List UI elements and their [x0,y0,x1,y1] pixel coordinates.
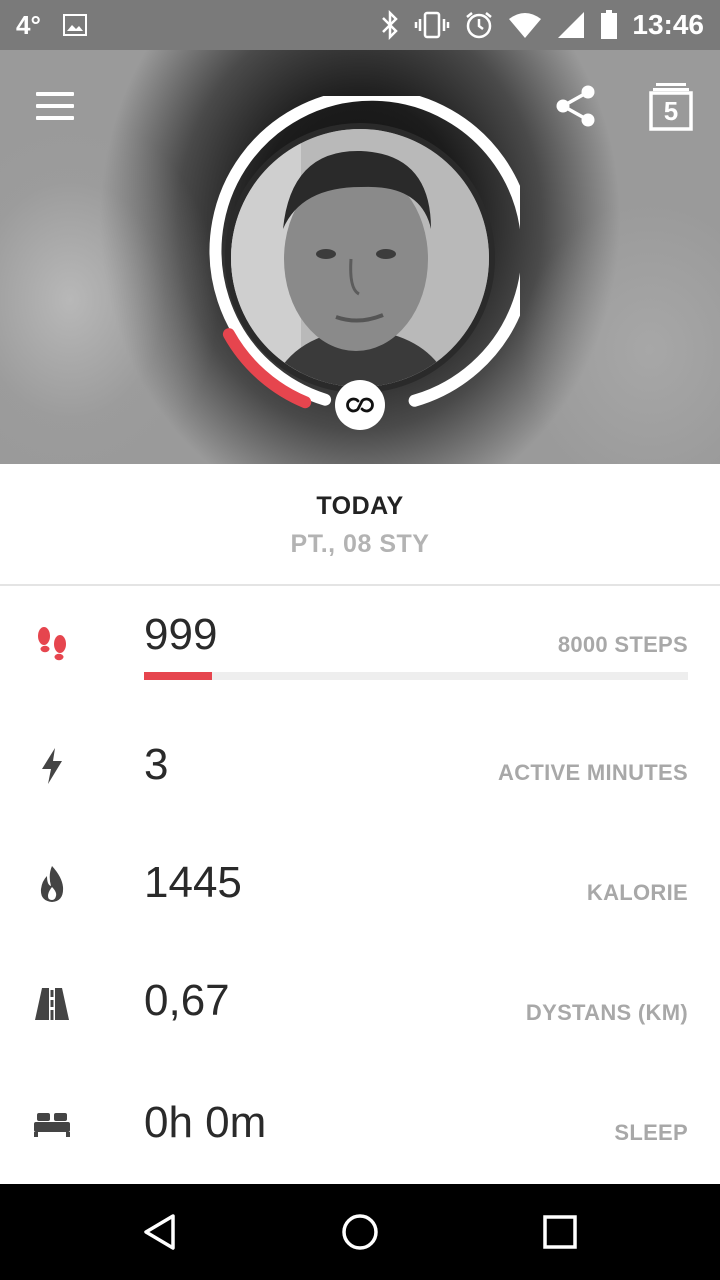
battery-icon [600,10,618,40]
home-icon [342,1214,378,1250]
metric-calories[interactable]: 1445 KALORIE [0,830,720,940]
status-left: 4° [16,10,87,41]
distance-label: DYSTANS (KM) [525,1000,688,1025]
metric-distance[interactable]: 0,67 DYSTANS (KM) [0,950,720,1060]
image-icon [62,14,87,36]
background-glow [520,200,720,464]
date-title: TODAY [316,492,404,520]
metric-active-minutes[interactable]: 3 ACTIVE MINUTES [0,710,720,820]
date-section: TODAY PT., 08 STY [0,464,720,586]
status-right: 13:46 [380,9,704,41]
steps-label: 8000 STEPS [557,632,688,657]
share-icon [556,85,595,127]
lightning-icon [32,746,72,786]
alarm-icon [464,10,494,40]
metric-sleep[interactable]: 0h 0m SLEEP [0,1070,720,1180]
bed-icon [32,1104,72,1144]
profile-header: 5 [0,50,720,464]
sync-button[interactable] [335,380,385,430]
metric-steps[interactable]: 999 8000 STEPS [0,590,720,700]
date-subtitle: PT., 08 STY [290,530,430,558]
road-icon [32,984,72,1024]
active-minutes-label: ACTIVE MINUTES [498,760,688,785]
menu-button[interactable] [36,92,76,122]
signal-icon [556,11,586,39]
progress-ring [209,96,520,409]
background-glow [0,110,220,464]
distance-value: 0,67 [144,976,230,1025]
active-minutes-value: 3 [144,740,169,789]
recents-icon [543,1215,577,1249]
vibrate-icon [414,10,450,40]
home-button[interactable] [334,1206,386,1258]
status-bar: 4° 13:46 [0,0,720,50]
menu-icon [36,92,74,96]
bluetooth-icon [380,10,400,40]
clock-text: 13:46 [632,9,704,40]
temperature-text: 4° [16,9,41,40]
sleep-value: 0h 0m [144,1098,267,1147]
sleep-label: SLEEP [614,1120,688,1145]
link-icon [346,397,374,413]
flame-icon [32,864,72,904]
share-button[interactable] [554,84,598,128]
wifi-icon [508,11,542,39]
system-nav-bar [0,1184,720,1280]
steps-progress-fill [144,672,212,680]
footsteps-icon [32,624,72,664]
menu-icon [36,116,74,120]
calendar-day: 5 [663,96,679,126]
calendar-button[interactable]: 5 [648,82,694,132]
recents-button[interactable] [534,1206,586,1258]
menu-icon [36,104,74,108]
back-button[interactable] [134,1206,186,1258]
steps-value: 999 [144,610,218,659]
calories-value: 1445 [144,858,242,907]
back-icon [144,1214,175,1250]
calories-label: KALORIE [586,880,688,905]
steps-progress-bar [144,672,688,680]
